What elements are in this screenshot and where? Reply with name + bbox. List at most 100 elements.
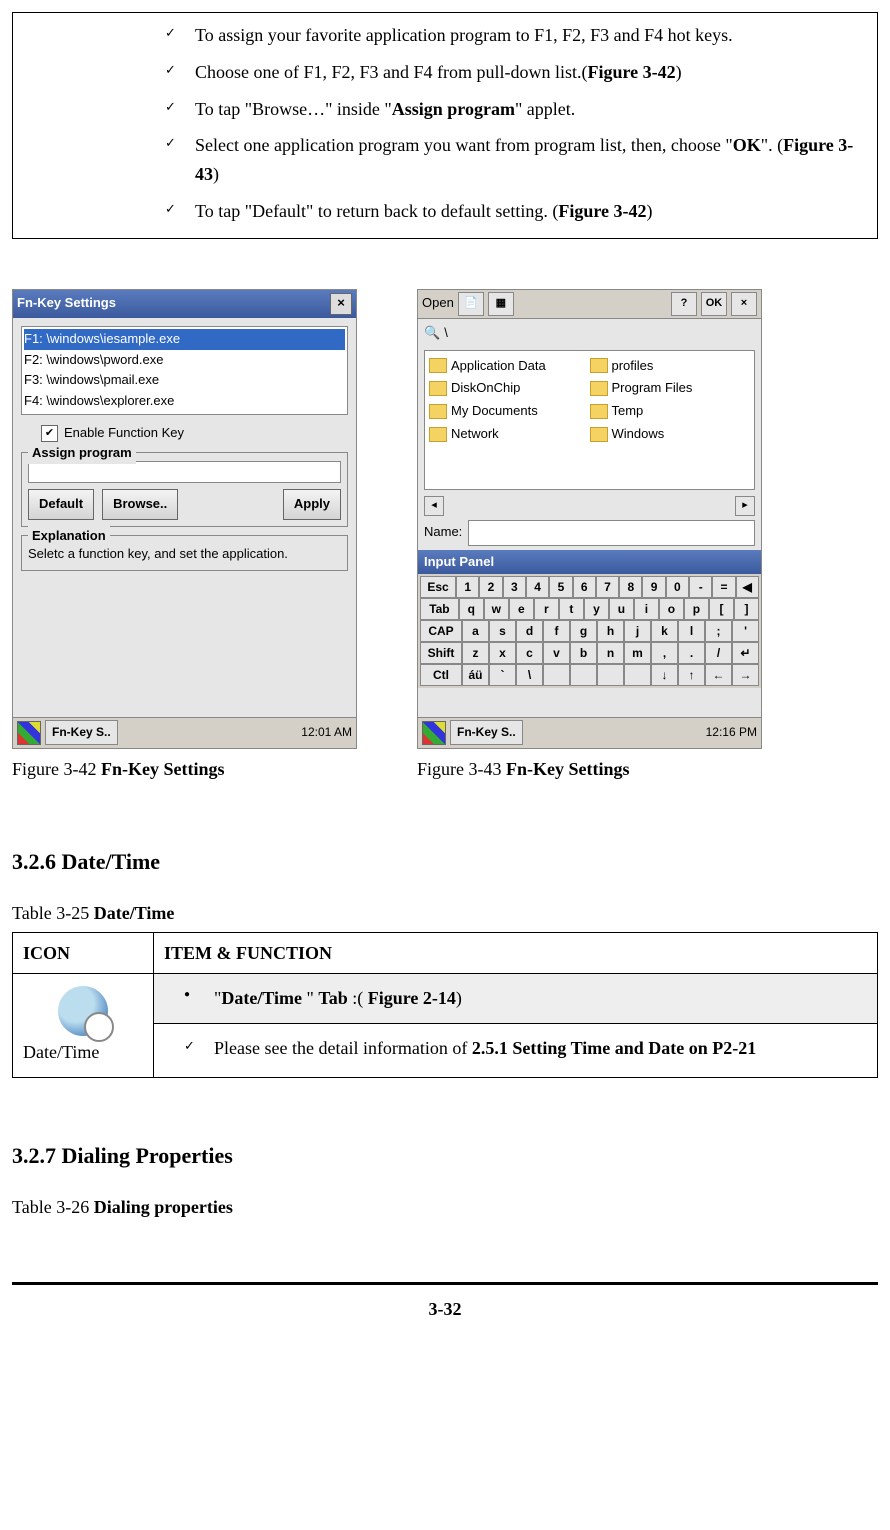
close-icon[interactable]: × (330, 293, 352, 315)
key[interactable]: / (705, 642, 732, 664)
folder-item[interactable]: Network (429, 423, 590, 446)
key[interactable]: x (489, 642, 516, 664)
folder-item[interactable]: Windows (590, 423, 751, 446)
list-item[interactable]: F3: \windows\pmail.exe (24, 370, 345, 391)
key[interactable]: \ (516, 664, 543, 686)
key[interactable]: b (570, 642, 597, 664)
key[interactable]: y (584, 598, 609, 620)
key[interactable] (543, 664, 570, 686)
start-icon[interactable] (422, 721, 446, 745)
key[interactable]: e (509, 598, 534, 620)
key[interactable]: 5 (549, 576, 572, 598)
key[interactable]: j (624, 620, 651, 642)
key[interactable]: ◀ (736, 576, 759, 598)
key[interactable]: c (516, 642, 543, 664)
key[interactable]: s (489, 620, 516, 642)
key[interactable]: n (597, 642, 624, 664)
key[interactable]: o (659, 598, 684, 620)
key[interactable]: = (712, 576, 735, 598)
key[interactable]: 1 (456, 576, 479, 598)
key[interactable]: → (732, 664, 759, 686)
key[interactable] (570, 664, 597, 686)
hotkey-listbox[interactable]: F1: \windows\iesample.exe F2: \windows\p… (21, 326, 348, 415)
key[interactable]: ] (734, 598, 759, 620)
key[interactable]: áü (462, 664, 489, 686)
folder-item[interactable]: Program Files (590, 377, 751, 400)
key[interactable]: w (484, 598, 509, 620)
taskbar-button[interactable]: Fn-Key S.. (450, 720, 523, 745)
list-item[interactable]: F1: \windows\iesample.exe (24, 329, 345, 350)
soft-keyboard[interactable]: Esc1234567890-=◀ Tabqwertyuiop[] CAPasdfgh… (418, 574, 761, 688)
key[interactable]: 8 (619, 576, 642, 598)
taskbar-button[interactable]: Fn-Key S.. (45, 720, 118, 745)
key[interactable]: ' (732, 620, 759, 642)
key[interactable]: ↵ (732, 642, 759, 664)
key[interactable] (624, 664, 651, 686)
key[interactable]: , (651, 642, 678, 664)
key[interactable]: - (689, 576, 712, 598)
key[interactable]: u (609, 598, 634, 620)
scroll-right-icon[interactable]: ▸ (735, 496, 755, 516)
key[interactable]: r (534, 598, 559, 620)
key[interactable]: 7 (596, 576, 619, 598)
path-text: \ (444, 323, 448, 344)
key[interactable]: CAP (420, 620, 462, 642)
key[interactable]: ; (705, 620, 732, 642)
browse-button[interactable]: Browse.. (102, 489, 178, 520)
folder-item[interactable]: Temp (590, 400, 751, 423)
key[interactable]: [ (709, 598, 734, 620)
key[interactable]: m (624, 642, 651, 664)
key[interactable]: f (543, 620, 570, 642)
key[interactable]: g (570, 620, 597, 642)
start-icon[interactable] (17, 721, 41, 745)
key[interactable]: q (459, 598, 484, 620)
magnifier-icon[interactable]: 🔍 (424, 323, 440, 344)
key[interactable]: 9 (642, 576, 665, 598)
key[interactable]: 2 (479, 576, 502, 598)
key[interactable]: h (597, 620, 624, 642)
list-item[interactable]: F2: \windows\pword.exe (24, 350, 345, 371)
checkbox-icon[interactable]: ✔ (41, 425, 58, 442)
key[interactable]: Tab (420, 598, 459, 620)
file-list[interactable]: Application Data DiskOnChip My Documents… (424, 350, 755, 490)
folder-item[interactable]: DiskOnChip (429, 377, 590, 400)
key[interactable]: ← (705, 664, 732, 686)
close-icon[interactable]: × (731, 292, 757, 316)
key[interactable] (597, 664, 624, 686)
folder-item[interactable]: profiles (590, 355, 751, 378)
key[interactable]: a (462, 620, 489, 642)
toolbar-icon[interactable]: ▦ (488, 292, 514, 316)
key[interactable]: k (651, 620, 678, 642)
key[interactable]: ↓ (651, 664, 678, 686)
key[interactable]: Shift (420, 642, 462, 664)
key[interactable]: 0 (666, 576, 689, 598)
key[interactable]: 3 (503, 576, 526, 598)
key[interactable]: 6 (573, 576, 596, 598)
key[interactable]: 4 (526, 576, 549, 598)
folder-item[interactable]: Application Data (429, 355, 590, 378)
key[interactable]: Ctl (420, 664, 462, 686)
key[interactable]: ↑ (678, 664, 705, 686)
page-number: 3-32 (12, 1295, 878, 1324)
key[interactable]: d (516, 620, 543, 642)
default-button[interactable]: Default (28, 489, 94, 520)
toolbar-icon[interactable]: 📄 (458, 292, 484, 316)
folder-item[interactable]: My Documents (429, 400, 590, 423)
filename-input[interactable] (468, 520, 755, 546)
key[interactable]: v (543, 642, 570, 664)
key[interactable]: t (559, 598, 584, 620)
enable-checkbox-row[interactable]: ✔ Enable Function Key (41, 423, 356, 444)
apply-button[interactable]: Apply (283, 489, 341, 520)
list-item[interactable]: F4: \windows\explorer.exe (24, 391, 345, 412)
key[interactable]: i (634, 598, 659, 620)
key[interactable]: Esc (420, 576, 456, 598)
key[interactable]: l (678, 620, 705, 642)
ok-button[interactable]: OK (701, 292, 727, 316)
key[interactable]: z (462, 642, 489, 664)
help-button[interactable]: ? (671, 292, 697, 316)
key[interactable]: . (678, 642, 705, 664)
key[interactable]: ` (489, 664, 516, 686)
program-path-input[interactable] (28, 461, 341, 483)
key[interactable]: p (684, 598, 709, 620)
scroll-left-icon[interactable]: ◂ (424, 496, 444, 516)
